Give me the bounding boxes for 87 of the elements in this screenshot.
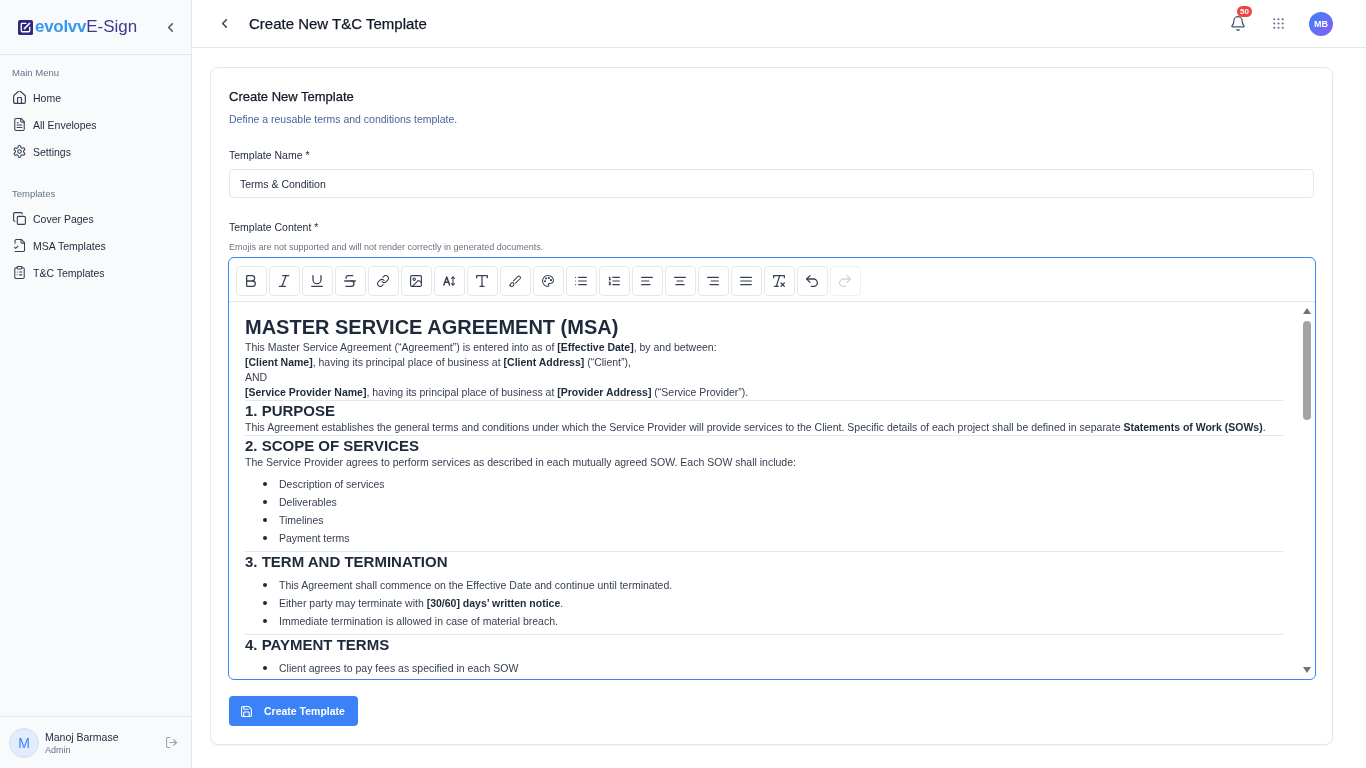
logo-product: E-Sign	[86, 17, 138, 37]
template-name-input[interactable]: Terms & Condition	[229, 169, 1314, 198]
align-right-button[interactable]	[697, 265, 729, 296]
field-label: Template Name *	[229, 148, 311, 162]
field-label: Template Content *	[229, 220, 320, 234]
nav-item[interactable]: Home	[0, 84, 191, 111]
section-heading: Main Menu	[11, 67, 60, 79]
justify-button[interactable]	[730, 265, 762, 296]
italic-button[interactable]	[268, 265, 300, 296]
copy-pages-icon	[13, 212, 26, 225]
align-left-button[interactable]	[631, 265, 663, 296]
document-title: MASTER SERVICE AGREEMENT (MSA)	[245, 314, 620, 340]
nav-item[interactable]: Cover Pages	[0, 205, 191, 232]
chevron-left-icon	[168, 22, 173, 32]
bullet-icon	[263, 582, 267, 587]
bullet-icon	[263, 535, 267, 540]
notification-badge: 50	[1237, 6, 1252, 17]
nav-item[interactable]: All Envelopes	[0, 111, 191, 138]
bullet-icon	[263, 517, 267, 522]
paragraph: [Service Provider Name], having its principal place of business at [Provider Address] (“Service Provider”).	[245, 384, 750, 400]
list-item-text: This Agreement shall commence on the Effective Date and continue until terminated.	[279, 578, 673, 591]
list-item-text: Immediate termination is allowed in case of material breach.	[279, 614, 558, 627]
nav-item[interactable]: Settings	[0, 138, 191, 165]
scroll-down-arrow-icon[interactable]	[1303, 667, 1311, 673]
list-item-text: Client agrees to pay fees as specified in each SOW	[279, 661, 519, 674]
clear-formatting-button[interactable]	[763, 265, 795, 296]
notifications-button[interactable]	[1231, 16, 1245, 31]
underline-button[interactable]	[301, 265, 333, 296]
paragraph: [Client Name], having its principal place of business at [Client Address] (“Client”),	[245, 354, 632, 370]
paragraph: This Agreement establishes the general terms and conditions under which the Service Provider will provide services to the Client. Specific details of each project shall be defined in separate Statements of Work (SOWs).	[245, 419, 1267, 435]
user-avatar[interactable]: MB	[1309, 11, 1333, 36]
insert-link-button[interactable]	[367, 265, 399, 296]
text-style-button[interactable]	[466, 265, 498, 296]
bullet-icon	[263, 665, 267, 670]
create-template-button[interactable]: Create Template	[229, 696, 358, 726]
logo-icon	[18, 19, 33, 35]
save-icon	[241, 705, 252, 717]
chevron-left-icon	[222, 19, 227, 28]
paragraph: This Master Service Agreement (“Agreement”) is entered into as of [Effective Date], by and between:	[245, 339, 718, 355]
document-heading: 1. PURPOSE	[245, 399, 1283, 420]
field-hint: Emojis are not supported and will not render correctly in generated documents.	[229, 241, 545, 253]
collapse-sidebar-button[interactable]	[168, 22, 173, 32]
list-item-text: Payment terms	[279, 531, 350, 544]
paragraph: The Service Provider agrees to perform services as described in each mutually agreed SOW. Each SOW shall include:	[245, 454, 797, 470]
align-center-button[interactable]	[664, 265, 696, 296]
clipboard-list-icon	[13, 266, 26, 279]
back-button[interactable]	[222, 19, 227, 28]
bullet-icon	[263, 481, 267, 486]
scroll-up-arrow-icon[interactable]	[1303, 307, 1311, 314]
document-heading: 4. PAYMENT TERMS	[245, 633, 1283, 654]
bullet-icon	[263, 600, 267, 605]
numbered-list-button[interactable]	[598, 265, 630, 296]
nav-item[interactable]: MSA Templates	[0, 232, 191, 259]
settings-icon	[13, 145, 26, 158]
logo-brand: evolvv	[35, 17, 87, 37]
user-role: Admin	[45, 743, 71, 756]
format-painter-button[interactable]	[499, 265, 531, 296]
user-name: Manoj Barmase	[45, 729, 119, 744]
document-heading: 3. TERM AND TERMINATION	[245, 550, 1283, 571]
list-item-text: Timelines	[279, 513, 324, 526]
list-item-text: Either party may terminate with [30/60] days’ written notice.	[279, 596, 564, 609]
paragraph: AND	[245, 369, 269, 385]
bell-icon	[1231, 16, 1245, 31]
home-icon	[13, 91, 26, 104]
document-heading: 2. SCOPE OF SERVICES	[245, 434, 1283, 455]
scrollbar-thumb[interactable]	[1303, 320, 1311, 420]
bullet-icon	[263, 499, 267, 504]
text-color-button[interactable]	[532, 265, 564, 296]
file-check-icon	[13, 239, 26, 252]
list-item-text: Deliverables	[279, 495, 337, 508]
undo-button[interactable]	[796, 265, 828, 296]
section-heading: Templates	[11, 188, 57, 200]
bullet-icon	[263, 618, 267, 623]
bold-button[interactable]	[235, 265, 267, 296]
list-item-text: Description of services	[279, 477, 385, 490]
document-icon	[13, 118, 26, 131]
logout-icon	[166, 737, 177, 748]
insert-image-button[interactable]	[400, 265, 432, 296]
apps-button[interactable]	[1273, 18, 1284, 29]
page-title: Create New T&C Template	[249, 13, 427, 34]
strikethrough-button[interactable]	[334, 265, 366, 296]
nav-item[interactable]: T&C Templates	[0, 259, 191, 286]
grid-dots-icon	[1273, 18, 1284, 29]
font-size-button[interactable]	[433, 265, 465, 296]
form-subtitle: Define a reusable terms and conditions template.	[229, 112, 459, 126]
bullet-list-button[interactable]	[565, 265, 597, 296]
form-title: Create New Template	[229, 88, 355, 106]
